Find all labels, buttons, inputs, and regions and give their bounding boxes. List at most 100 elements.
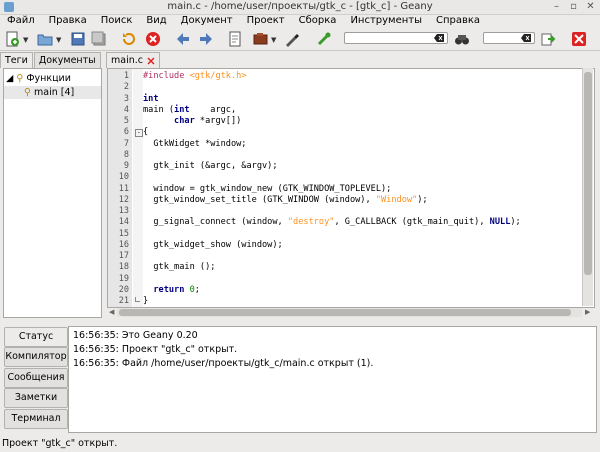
code-token: int [143,93,159,104]
status-log: 16:56:35: Это Geany 0.20 16:56:35: Проек… [68,326,597,433]
tree-item-main[interactable]: ⚲ main [4] [4,86,101,99]
compile-icon[interactable] [226,30,244,48]
collapse-arrow-icon[interactable]: ◢ [6,73,13,84]
menu-tools[interactable]: Инструменты [343,14,429,28]
tab-compiler[interactable]: Компилятор [4,347,68,367]
fold-margin [133,69,143,307]
code-token: NULL [489,217,511,228]
code-token: int [174,104,190,115]
menu-bar: Файл Правка Поиск Вид Документ Проект Сб… [0,14,600,28]
tree-label-main: main [4] [34,87,75,98]
jump-icon[interactable] [539,30,557,48]
menu-document[interactable]: Документ [174,14,240,28]
line-number: 11 [118,183,129,194]
line-number: 16 [118,239,129,250]
tab-terminal[interactable]: Терминал [4,409,68,429]
dropdown-arrow-icon[interactable]: ▼ [56,36,61,44]
minimize-icon[interactable]: – [551,1,562,12]
color-picker-icon[interactable] [283,30,301,48]
save-icon[interactable] [69,30,87,48]
line-number: 14 [118,217,129,228]
menu-project[interactable]: Проект [240,14,292,28]
search-icon[interactable] [453,30,471,48]
window-title: main.c - /home/user/проекты/gtk_c - [gtk… [167,1,433,12]
code-text[interactable]: #include <gtk/gtk.h> int main (int argc,… [143,71,521,307]
line-number: 10 [118,172,129,183]
code-token: "Window" [375,194,418,205]
clear-icon[interactable] [434,34,444,42]
line-number: 3 [123,93,129,104]
vertical-scroll-thumb[interactable] [584,72,592,275]
dropdown-arrow-icon[interactable]: ▼ [23,36,28,44]
tree-item-functions[interactable]: ◢ ⚲ Функции [6,72,71,85]
menu-build[interactable]: Сборка [292,14,344,28]
log-line: 16:56:35: Это Geany 0.20 [73,330,198,341]
line-number: 1 [123,71,129,81]
code-token: char [174,116,195,126]
log-line: 16:56:35: Файл /home/user/проекты/gtk_c/… [73,358,374,369]
line-number: 4 [123,104,129,115]
close-window-icon[interactable]: ✕ [585,1,596,12]
function-icon: ⚲ [16,73,24,84]
tab-main-c[interactable]: main.c [106,52,160,68]
fold-end-icon [135,297,140,302]
scroll-left-icon[interactable]: ◀ [109,308,114,316]
vertical-scrollbar[interactable] [582,68,593,306]
line-number: 2 [123,82,129,93]
title-bar: main.c - /home/user/проекты/gtk_c - [gtk… [0,0,600,15]
horizontal-scroll-thumb[interactable] [119,309,571,316]
close-tab-icon[interactable] [147,56,155,65]
tab-notes[interactable]: Заметки [4,388,68,408]
menu-view[interactable]: Вид [139,14,173,28]
build-icon[interactable] [252,30,270,48]
line-number: 12 [118,194,129,205]
menu-search[interactable]: Поиск [94,14,140,28]
line-number: 8 [123,149,129,160]
forward-icon[interactable] [197,30,215,48]
toolbar: ▼ ▼ ▼ [0,28,600,51]
back-icon[interactable] [174,30,192,48]
editor-tabs: main.c [105,52,600,68]
build-dropdown-icon[interactable]: ▼ [271,36,276,44]
code-token: <gtk/gtk.h> [189,71,247,81]
tab-symbols[interactable]: Теги [0,52,33,68]
save-all-icon[interactable] [90,30,108,48]
symbol-tree: ◢ ⚲ Функции ⚲ main [4] [3,68,102,318]
tree-label-functions: Функции [26,73,71,84]
function-icon: ⚲ [24,87,31,98]
line-number: 20 [118,284,129,295]
clear-icon[interactable] [521,34,531,42]
fold-toggle-icon[interactable]: - [135,129,143,137]
tab-messages[interactable]: Сообщения [4,368,68,388]
run-icon[interactable] [315,30,333,48]
line-number: 18 [118,262,129,273]
horizontal-scrollbar[interactable] [117,308,582,317]
revert-icon[interactable] [120,30,138,48]
code-token: 0 [189,284,195,295]
quit-icon[interactable] [570,30,588,48]
menu-file[interactable]: Файл [0,14,42,28]
line-number: 9 [123,161,129,171]
close-icon[interactable] [144,30,162,48]
code-token: "destroy" [287,217,335,228]
status-bar: Проект "gtk_c" открыт. [2,438,118,449]
line-number: 7 [123,138,129,149]
tab-status[interactable]: Статус [4,327,68,347]
scroll-right-icon[interactable]: ▶ [585,308,590,316]
search-input[interactable] [344,32,448,44]
log-line: 16:56:35: Проект "gtk_c" открыт. [73,344,238,355]
sidebar-tabs: Теги Документы [0,52,103,68]
menu-help[interactable]: Справка [429,14,487,28]
line-number: 17 [118,251,129,261]
line-number: 5 [123,116,129,126]
line-number: 19 [118,273,129,284]
tab-documents[interactable]: Документы [33,52,101,68]
open-file-icon[interactable] [36,30,54,48]
code-editor[interactable]: 1 2 3 4 5 6 7 8 9 10 11 12 13 14 15 16 1… [107,68,595,308]
line-number: 13 [118,206,129,216]
new-file-icon[interactable] [3,30,21,48]
line-number: 15 [118,228,129,239]
tab-label: main.c [111,55,143,66]
menu-edit[interactable]: Правка [42,14,94,28]
maximize-icon[interactable]: ▫ [568,1,579,12]
